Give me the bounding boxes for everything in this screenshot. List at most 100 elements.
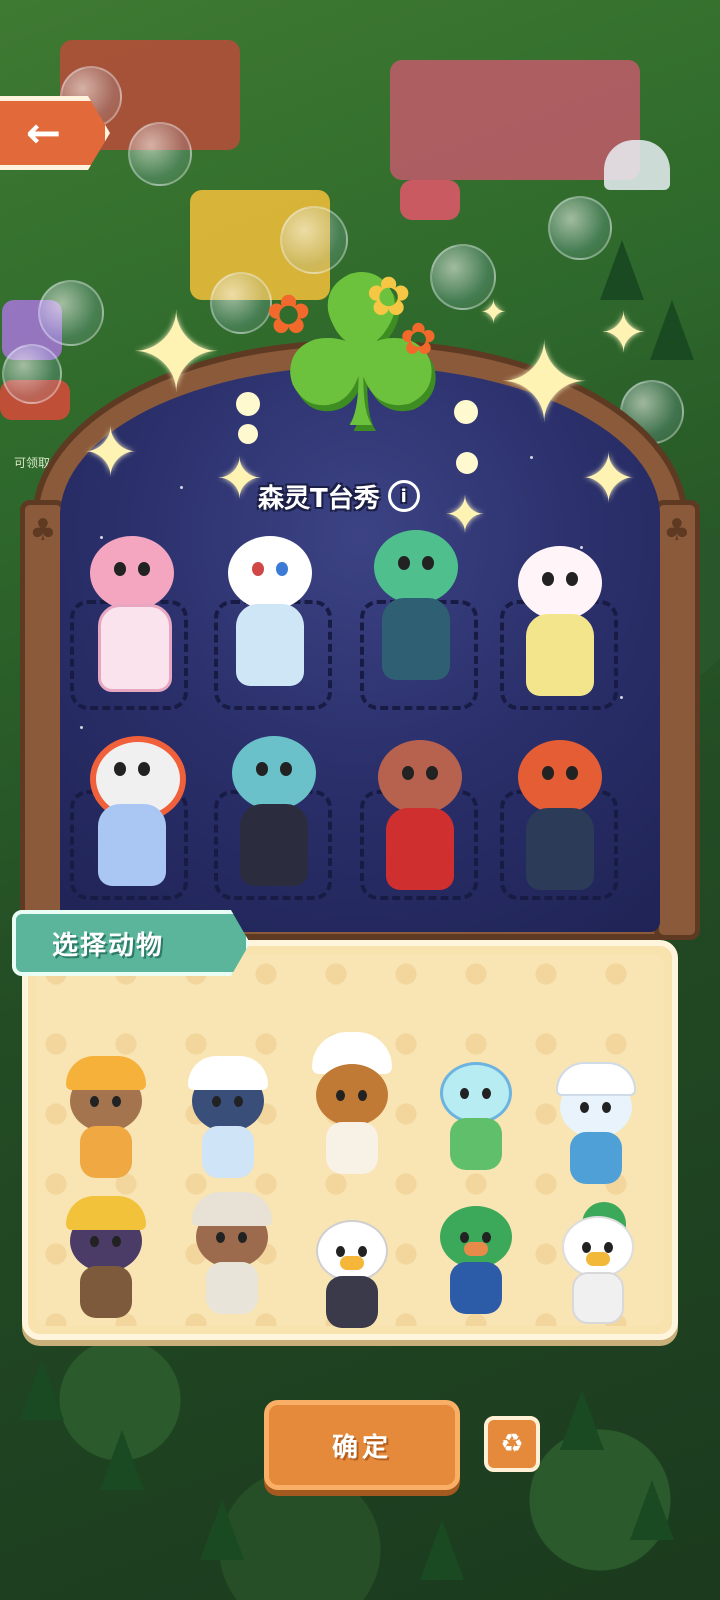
thought-dot: [236, 392, 260, 416]
sparkle-icon: ✦: [82, 414, 139, 493]
character-body: [382, 598, 450, 680]
character-eye: [426, 766, 438, 780]
character-eye: [138, 762, 150, 776]
character-body: [98, 604, 172, 692]
character-head: [90, 536, 174, 610]
animal-walrus[interactable]: [182, 1190, 282, 1320]
animal-eagle[interactable]: [302, 1204, 402, 1334]
sparkle-icon: ✦: [580, 440, 637, 519]
animal-beak: [464, 1242, 488, 1256]
pine-tree: [200, 1500, 244, 1560]
igloo: [604, 140, 670, 190]
animal-eye: [580, 1102, 589, 1113]
animal-body: [80, 1126, 132, 1178]
animal-penguin[interactable]: [178, 1054, 278, 1184]
sparkle-icon: ✦: [600, 301, 647, 366]
reward-bubble[interactable]: [2, 344, 62, 404]
animal-eye: [604, 1242, 613, 1253]
animal-hat: [556, 1062, 636, 1096]
select-animal-tab: 选择动物: [12, 910, 250, 976]
stage-title: 森灵T台秀 i: [258, 474, 420, 518]
animal-eye: [460, 1088, 469, 1099]
animal-mole-miner[interactable]: [56, 1194, 156, 1324]
character-eye: [566, 766, 578, 780]
animal-eye: [358, 1090, 367, 1101]
animal-head: [562, 1216, 634, 1278]
broom-icon: ♻: [500, 1429, 524, 1459]
animal-fishbowl-frog[interactable]: [426, 1046, 526, 1176]
flower-icon: ✿: [266, 283, 312, 346]
animal-eye: [90, 1236, 99, 1247]
character-head: [378, 740, 462, 814]
animal-eye: [336, 1246, 345, 1257]
confirm-button[interactable]: 确定: [264, 1400, 460, 1490]
character-eye: [422, 556, 434, 570]
animal-hat: [66, 1056, 146, 1090]
character-body: [236, 604, 304, 686]
pine-tree: [560, 1390, 604, 1450]
pine-tree: [650, 300, 694, 360]
character-head: [374, 530, 458, 604]
animal-beak: [340, 1256, 364, 1270]
character-body: [526, 808, 594, 890]
club-icon: ♣: [663, 513, 691, 548]
costume-cool-ram[interactable]: [210, 726, 338, 896]
character-eye: [398, 556, 410, 570]
character-head: [232, 736, 316, 810]
info-icon[interactable]: i: [387, 480, 420, 512]
animal-dog[interactable]: [56, 1054, 156, 1184]
thought-dot: [456, 452, 478, 474]
stage-pillar-right: ♣: [654, 500, 700, 940]
character-head: [228, 536, 312, 610]
character-eye: [256, 762, 268, 776]
reward-bubble[interactable]: [128, 122, 192, 186]
costume-opera-panda[interactable]: [68, 726, 196, 896]
costume-pink-bear[interactable]: [68, 526, 196, 696]
reward-bubble[interactable]: [38, 280, 104, 346]
animal-head: [316, 1064, 388, 1126]
animal-eye: [336, 1090, 345, 1101]
animal-eye: [112, 1096, 121, 1107]
character-body: [386, 808, 454, 890]
character-eye: [566, 572, 578, 586]
pine-tree: [20, 1360, 64, 1420]
character-eye: [252, 562, 264, 576]
animal-crane[interactable]: [548, 1200, 648, 1330]
costume-green-lion[interactable]: [352, 520, 480, 690]
character-body: [98, 804, 166, 886]
costume-ski-bird[interactable]: [206, 526, 334, 696]
animal-body: [326, 1276, 378, 1328]
character-body: [240, 804, 308, 886]
animal-eye: [482, 1088, 491, 1099]
animal-eye: [238, 1232, 247, 1243]
animal-beak: [586, 1252, 610, 1266]
costume-unicorn[interactable]: [496, 536, 624, 706]
costume-royal-deer[interactable]: [356, 730, 484, 900]
sparkle-icon: ✦: [480, 293, 507, 331]
animal-hat: [192, 1192, 272, 1226]
sparkle-icon: ✦: [130, 289, 223, 417]
thought-dot: [238, 424, 258, 444]
club-icon: ♣: [29, 513, 57, 548]
animal-seal-sailor[interactable]: [546, 1060, 646, 1190]
character-eye: [114, 562, 126, 576]
star-dot: [530, 456, 533, 459]
pine-tree: [630, 1480, 674, 1540]
back-arrow-icon: ←: [25, 108, 62, 157]
back-button[interactable]: ←: [0, 96, 110, 170]
animal-eye: [212, 1096, 221, 1107]
character-body: [526, 614, 594, 696]
costume-red-fox[interactable]: [496, 730, 624, 900]
character-eye: [138, 562, 150, 576]
animal-peacock[interactable]: [426, 1190, 526, 1320]
character-eye: [402, 766, 414, 780]
clear-button[interactable]: ♻: [484, 1416, 540, 1472]
animal-head: [440, 1062, 512, 1124]
animal-body: [450, 1118, 502, 1170]
animal-body: [326, 1122, 378, 1174]
character-eye: [542, 572, 554, 586]
character-eye: [276, 562, 288, 576]
animal-body: [202, 1126, 254, 1178]
character-eye: [280, 762, 292, 776]
animal-capybara-chef[interactable]: [302, 1030, 402, 1180]
